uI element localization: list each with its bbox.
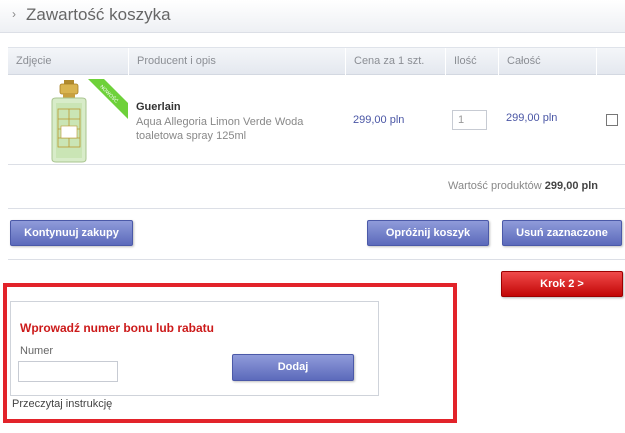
voucher-number-input[interactable] bbox=[18, 361, 118, 382]
select-item-checkbox[interactable] bbox=[606, 114, 618, 126]
instructions-link[interactable]: Przeczytaj instrukcję bbox=[12, 398, 112, 410]
continue-shopping-button[interactable]: Kontynuuj zakupy bbox=[10, 220, 133, 246]
voucher-title: Wprowadź numer bonu lub rabatu bbox=[20, 321, 214, 335]
column-header-quantity: Ilość bbox=[445, 48, 498, 75]
divider bbox=[8, 208, 625, 209]
column-header-photo: Zdjęcie bbox=[16, 55, 52, 67]
column-header-description: Producent i opis bbox=[128, 48, 345, 75]
cart-table-header: Zdjęcie Producent i opis Cena za 1 szt. … bbox=[8, 47, 625, 75]
column-header-total: Całość bbox=[498, 48, 596, 75]
add-voucher-button[interactable]: Dodaj bbox=[232, 354, 354, 381]
page-header: › Zawartość koszyka bbox=[0, 0, 625, 33]
chevron-right-icon: › bbox=[12, 7, 16, 21]
page-title: Zawartość koszyka bbox=[26, 5, 171, 24]
divider bbox=[8, 259, 625, 260]
remove-selected-button[interactable]: Usuń zaznaczone bbox=[502, 220, 622, 246]
next-step-button[interactable]: Krok 2 > bbox=[501, 271, 623, 297]
product-brand[interactable]: Guerlain bbox=[136, 101, 181, 113]
voucher-number-label: Numer bbox=[20, 345, 54, 357]
unit-price: 299,00 pln bbox=[353, 114, 405, 126]
products-value-label: Wartość produktów bbox=[447, 180, 542, 192]
quantity-input[interactable] bbox=[452, 110, 487, 130]
product-image[interactable]: NOWOŚĆ bbox=[46, 79, 128, 163]
column-header-select bbox=[596, 48, 625, 75]
line-total: 299,00 pln bbox=[506, 112, 558, 124]
products-value: Wartość produktów 299,00 pln bbox=[448, 180, 598, 192]
table-row: NOWOŚĆ Guerlain Aqua Allegoria Limon Ver… bbox=[8, 75, 625, 165]
column-header-unit-price: Cena za 1 szt. bbox=[345, 48, 445, 75]
empty-cart-button[interactable]: Opróżnij koszyk bbox=[367, 220, 489, 246]
products-value-amount: 299,00 pln bbox=[544, 180, 598, 192]
product-description[interactable]: Aqua Allegoria Limon Verde Woda toaletow… bbox=[136, 115, 336, 143]
